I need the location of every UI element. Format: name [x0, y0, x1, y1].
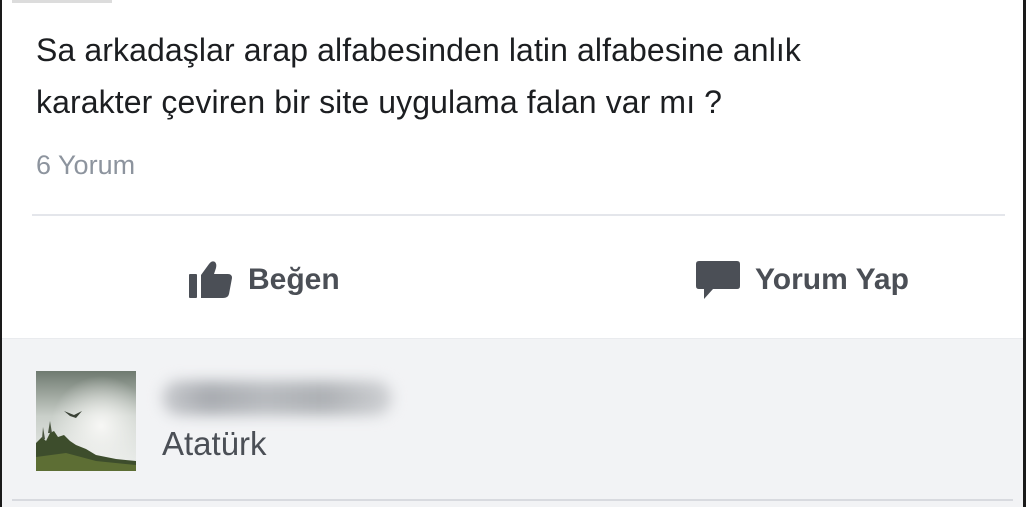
- post-text-line-1: Sa arkadaşlar arap alfabesinden latin al…: [36, 32, 802, 68]
- comment-button-label: Yorum Yap: [755, 263, 909, 296]
- thumbs-up-icon: [188, 260, 234, 300]
- avatar[interactable]: [36, 371, 136, 471]
- speech-bubble-icon: [695, 259, 741, 301]
- comment-section: Atatürk: [2, 338, 1023, 507]
- post-text: Sa arkadaşlar arap alfabesinden latin al…: [36, 24, 1023, 128]
- comment-count-link[interactable]: 6 Yorum: [36, 150, 135, 181]
- post-card: Sa arkadaşlar arap alfabesinden latin al…: [0, 0, 1026, 507]
- actions-divider: [32, 214, 1005, 216]
- post-text-line-2: karakter çeviren bir site uygulama falan…: [36, 84, 723, 120]
- comment-button[interactable]: Yorum Yap: [695, 258, 909, 302]
- like-button[interactable]: Beğen: [188, 258, 340, 302]
- top-divider: [12, 0, 112, 3]
- comment-text: Atatürk: [162, 425, 267, 462]
- like-button-label: Beğen: [248, 263, 340, 296]
- comment-author-name-blurred[interactable]: [162, 381, 392, 415]
- bottom-divider: [12, 499, 1013, 501]
